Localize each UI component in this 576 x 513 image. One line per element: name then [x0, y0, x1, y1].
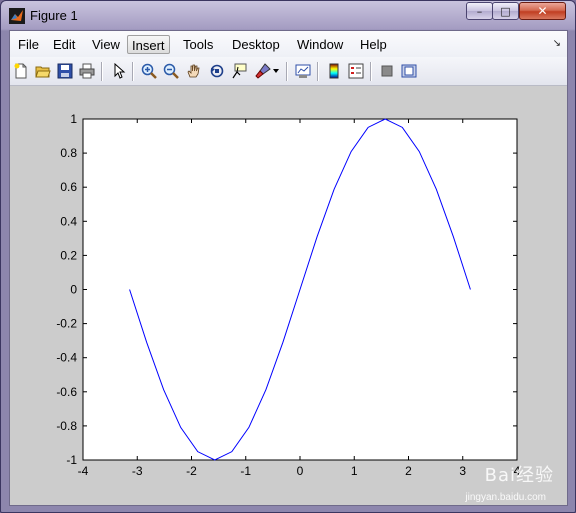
figure-window: Figure 1 – □ ✕ File Edit View Insert Too… [0, 0, 576, 513]
y-tick-label: -0.2 [56, 317, 77, 331]
watermark-text: Bai经验 [484, 465, 554, 486]
zoom-out-icon[interactable] [162, 62, 180, 80]
x-tick-label: -2 [186, 464, 197, 478]
y-tick-label: 0.4 [60, 214, 77, 228]
menu-insert[interactable]: Insert [127, 35, 170, 54]
show-plot-tools-icon[interactable] [400, 62, 418, 80]
pan-hand-icon[interactable] [185, 62, 203, 80]
x-tick-label: -4 [78, 464, 89, 478]
menu-view[interactable]: View [88, 35, 124, 54]
plot-canvas[interactable]: -4 -3 -2 -1 0 1 2 3 4-1-0.8-0.6-0.4-0.200.20.40.… [10, 86, 567, 505]
edit-plot-arrow-icon[interactable] [110, 62, 128, 80]
brush-icon[interactable] [254, 62, 272, 80]
figure-toolbar [10, 57, 567, 86]
legend-icon[interactable] [347, 62, 365, 80]
close-button[interactable]: ✕ [519, 2, 566, 20]
maximize-button[interactable]: □ [492, 2, 519, 20]
y-tick-label: 1 [70, 112, 77, 126]
new-figure-icon[interactable] [12, 62, 30, 80]
menu-file[interactable]: File [14, 35, 43, 54]
save-icon[interactable] [56, 62, 74, 80]
y-tick-label: 0.2 [60, 248, 77, 262]
colorbar-icon[interactable] [325, 62, 343, 80]
y-tick-label: -1 [66, 453, 77, 467]
x-tick-label: 3 [459, 464, 466, 478]
zoom-in-icon[interactable] [140, 62, 158, 80]
print-icon[interactable] [78, 62, 96, 80]
x-tick-label: -3 [132, 464, 143, 478]
x-tick-label: 0 [297, 464, 304, 478]
dock-arrow-icon[interactable]: ↘ [553, 38, 561, 49]
data-cursor-icon[interactable] [231, 62, 249, 80]
menu-tools[interactable]: Tools [179, 35, 217, 54]
open-file-icon[interactable] [34, 62, 52, 80]
y-tick-label: -0.6 [56, 385, 77, 399]
menu-desktop[interactable]: Desktop [228, 35, 284, 54]
minimize-button[interactable]: – [466, 2, 493, 20]
hide-plot-tools-icon[interactable] [378, 62, 396, 80]
y-tick-label: 0.8 [60, 146, 77, 160]
menu-help[interactable]: Help [356, 35, 391, 54]
brush-dropdown-icon[interactable] [271, 62, 281, 80]
y-tick-label: 0.6 [60, 180, 77, 194]
y-tick-label: 0 [70, 283, 77, 297]
y-tick-label: -0.4 [56, 351, 77, 365]
window-title: Figure 1 [30, 8, 78, 23]
menu-bar: File Edit View Insert Tools Desktop Wind… [10, 31, 567, 58]
menu-window[interactable]: Window [293, 35, 347, 54]
link-plot-icon[interactable] [294, 62, 312, 80]
title-bar[interactable]: Figure 1 – □ ✕ [1, 1, 575, 30]
figure-client-area: File Edit View Insert Tools Desktop Wind… [9, 30, 568, 506]
x-tick-label: 2 [405, 464, 412, 478]
rotate-3d-icon[interactable] [208, 62, 226, 80]
x-tick-label: 1 [351, 464, 358, 478]
menu-edit[interactable]: Edit [49, 35, 79, 54]
x-tick-label: -1 [240, 464, 251, 478]
y-tick-label: -0.8 [56, 419, 77, 433]
matlab-logo-icon [9, 8, 25, 24]
watermark-url: jingyan.baidu.com [465, 492, 546, 503]
